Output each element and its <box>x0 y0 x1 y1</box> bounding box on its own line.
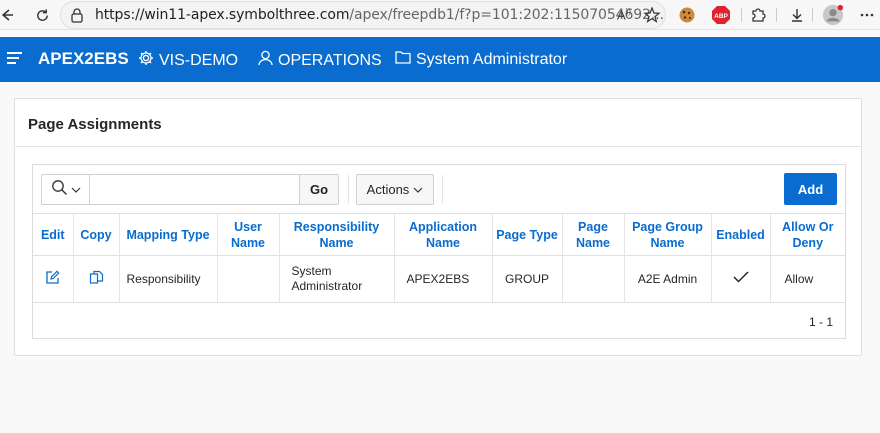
column-header-mapping-type[interactable]: Mapping Type <box>119 213 218 256</box>
toolbar-divider <box>348 175 349 203</box>
column-header-user-name[interactable]: User Name <box>217 213 280 256</box>
page-type-cell: GROUP <box>492 255 563 303</box>
edit-cell <box>33 255 74 303</box>
adblock-extension-icon[interactable]: ABP <box>710 4 732 26</box>
add-button[interactable]: Add <box>784 173 837 205</box>
edit-icon[interactable] <box>45 269 60 288</box>
page-group-name-cell: A2E Admin <box>624 255 712 303</box>
profile-avatar-icon[interactable] <box>822 4 844 26</box>
actions-label: Actions <box>366 182 410 197</box>
toolbar-divider <box>812 8 813 22</box>
report-toolbar: Go Actions Add <box>33 165 845 213</box>
chevron-down-icon <box>71 181 81 199</box>
column-header-allow-or-deny[interactable]: Allow Or Deny <box>770 213 845 256</box>
toolbar-divider <box>442 175 443 203</box>
nav-item-operations[interactable]: OPERATIONS <box>258 50 382 71</box>
nav-item-label: System Administrator <box>416 50 568 68</box>
table-row: Responsibility System Administrator APEX… <box>33 255 845 303</box>
search-input[interactable] <box>91 175 299 204</box>
download-icon[interactable] <box>786 4 808 26</box>
svg-text:ABP: ABP <box>714 13 728 20</box>
search-column-selector[interactable] <box>42 175 90 204</box>
responsibility-name-cell: System Administrator <box>279 255 395 303</box>
app-brand[interactable]: APEX2EBS <box>38 49 129 69</box>
toolbar-divider <box>776 8 777 22</box>
column-header-page-name[interactable]: Page Name <box>562 213 625 256</box>
mapping-type-cell: Responsibility <box>119 255 218 303</box>
app-header: APEX2EBS VIS-DEMO OPERATIONS System Admi… <box>0 37 880 82</box>
table-header-row: Edit Copy Mapping Type User Name Respons… <box>33 213 845 256</box>
favorite-star-icon[interactable] <box>643 6 661 29</box>
extensions-puzzle-icon[interactable] <box>747 4 769 26</box>
region-title: Page Assignments <box>28 116 162 133</box>
toolbar-divider <box>741 8 742 22</box>
search-group: Go <box>41 174 339 205</box>
gear-icon <box>138 50 154 71</box>
report-table: Edit Copy Mapping Type User Name Respons… <box>33 213 845 303</box>
chevron-down-icon <box>413 182 423 197</box>
copy-cell <box>73 255 120 303</box>
application-name-cell: APEX2EBS <box>394 255 493 303</box>
region-divider <box>15 146 861 147</box>
allow-or-deny-cell: Allow <box>770 255 845 303</box>
hamburger-menu-icon[interactable] <box>7 51 23 70</box>
pagination-info: 1 - 1 <box>808 315 833 329</box>
nav-item-label: VIS-DEMO <box>159 51 239 69</box>
nav-item-vis-demo[interactable]: VIS-DEMO <box>138 50 238 71</box>
cookie-extension-icon[interactable] <box>676 4 698 26</box>
more-options-icon[interactable] <box>856 4 878 26</box>
actions-menu-button[interactable]: Actions <box>356 174 434 205</box>
nav-item-system-administrator[interactable]: System Administrator <box>395 50 567 69</box>
column-header-edit[interactable]: Edit <box>33 213 74 256</box>
enabled-cell <box>711 255 771 303</box>
browser-toolbar: https://win11-apex.symbolthree.com/apex/… <box>0 0 880 30</box>
column-header-copy[interactable]: Copy <box>73 213 120 256</box>
page-assignments-region: Page Assignments Go Actions Add Edit Cop… <box>14 98 862 356</box>
column-header-page-group-name[interactable]: Page Group Name <box>624 213 712 256</box>
lock-icon[interactable] <box>69 7 85 28</box>
column-header-page-type[interactable]: Page Type <box>492 213 563 256</box>
refresh-icon[interactable] <box>31 4 53 26</box>
folder-icon <box>395 50 411 69</box>
search-icon <box>51 179 68 201</box>
page-name-cell <box>562 255 625 303</box>
read-aloud-icon[interactable]: A)) <box>617 7 631 22</box>
go-button[interactable]: Go <box>299 175 338 204</box>
nav-item-label: OPERATIONS <box>278 51 382 69</box>
interactive-report: Go Actions Add Edit Copy Mapping Type Us… <box>32 164 846 339</box>
address-bar[interactable]: https://win11-apex.symbolthree.com/apex/… <box>60 1 666 29</box>
column-header-application-name[interactable]: Application Name <box>394 213 493 256</box>
user-name-cell <box>217 255 280 303</box>
url-text[interactable]: https://win11-apex.symbolthree.com/apex/… <box>95 7 664 23</box>
back-icon[interactable] <box>0 4 18 26</box>
checkmark-icon <box>732 271 749 286</box>
column-header-enabled[interactable]: Enabled <box>711 213 771 256</box>
column-header-responsibility-name[interactable]: Responsibility Name <box>279 213 395 256</box>
user-icon <box>258 50 273 71</box>
copy-icon[interactable] <box>89 270 104 288</box>
